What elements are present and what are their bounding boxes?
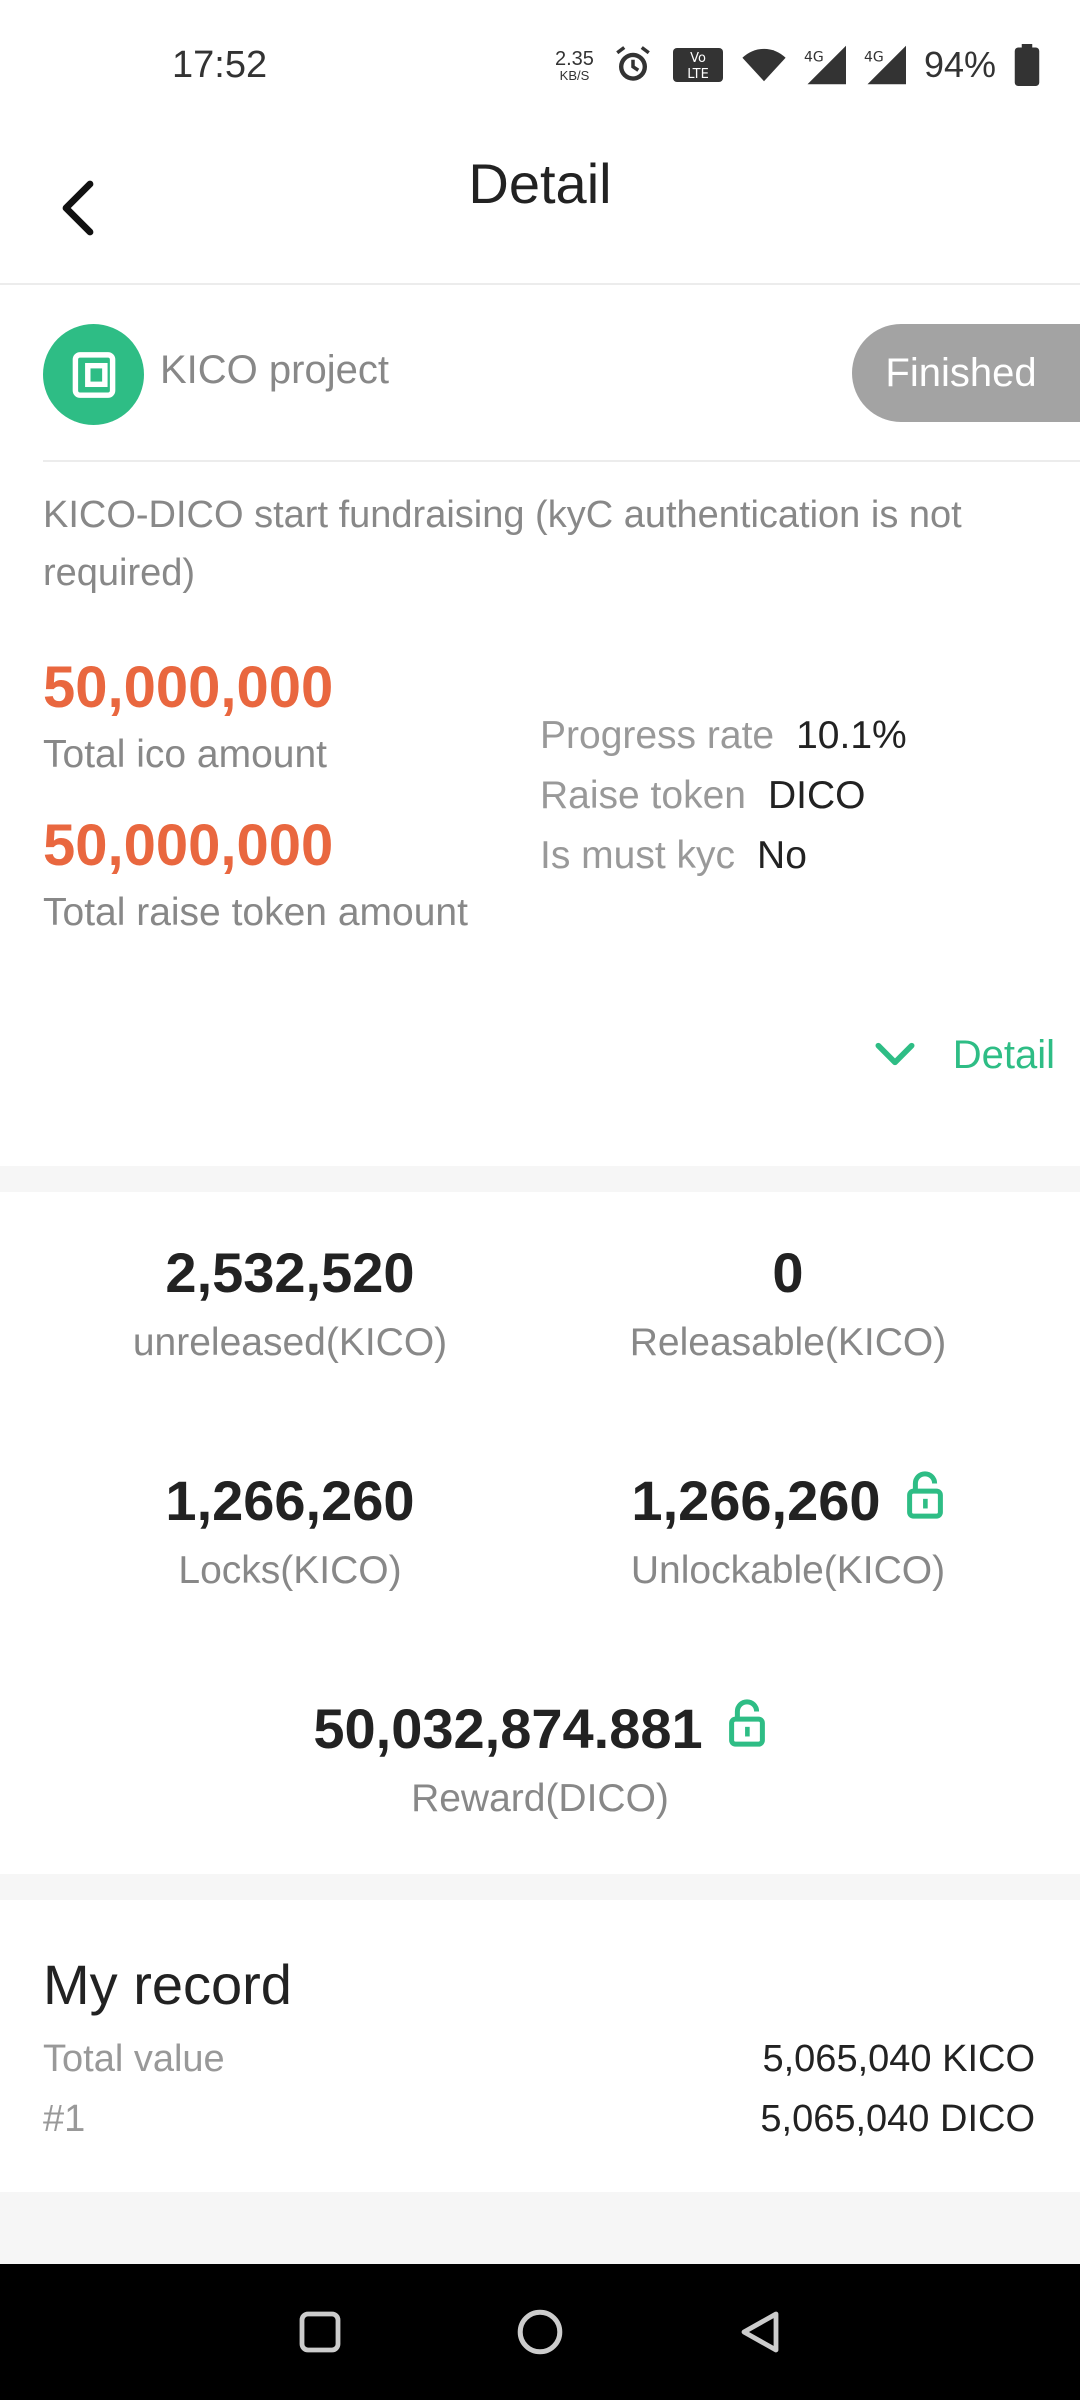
- stat-number: 1,266,260: [165, 1469, 415, 1532]
- square-icon: [296, 2308, 344, 2361]
- home-button[interactable]: [500, 2294, 580, 2374]
- back-nav-button[interactable]: [720, 2294, 800, 2374]
- recents-button[interactable]: [280, 2294, 360, 2374]
- stat-unreleased: 2,532,520 unreleased(KICO): [20, 1240, 560, 1365]
- app-header: Detail: [0, 130, 1080, 285]
- stat-label: Releasable(KICO): [629, 1321, 947, 1364]
- stat-value: 0: [772, 1240, 803, 1305]
- info-row-progress: Progress rate 10.1%: [540, 706, 907, 766]
- stat-value: 50,032,874.881: [313, 1696, 766, 1761]
- record-row: Total value 5,065,040 KICO: [43, 2038, 1035, 2081]
- stat-label: Locks(KICO): [178, 1549, 402, 1592]
- alarm-icon: [612, 44, 654, 86]
- status-time: 17:52: [172, 44, 268, 86]
- detail-toggle-label: Detail: [952, 1032, 1055, 1077]
- stat-number: 2,532,520: [165, 1241, 415, 1304]
- page-title: Detail: [468, 152, 612, 215]
- stat-number: 1,266,260: [631, 1469, 881, 1532]
- net-speed-unit: KB/S: [559, 67, 590, 83]
- record-key: #1: [43, 2098, 86, 2140]
- signal-4g-icon: 4G: [804, 45, 846, 85]
- total-ico-amount: 50,000,000: [43, 655, 334, 720]
- project-logo-icon: [43, 324, 144, 425]
- record-row: #1 5,065,040 DICO: [43, 2098, 1035, 2141]
- triangle-back-icon: [736, 2307, 784, 2362]
- status-badge: Finished: [852, 324, 1080, 422]
- volte-icon: Vo LTE: [672, 47, 724, 83]
- stat-releasable: 0 Releasable(KICO): [518, 1240, 1058, 1365]
- info-row-kyc: Is must kyc No: [540, 826, 907, 886]
- project-description: KICO-DICO start fundraising (kyC authent…: [43, 494, 962, 594]
- net-speed: 2.35 KB/S: [555, 49, 594, 82]
- stat-number: 50,032,874.881: [313, 1697, 703, 1760]
- stat-label: Reward(DICO): [411, 1777, 669, 1820]
- total-ico-label: Total ico amount: [43, 733, 327, 776]
- unlock-icon[interactable]: [727, 1696, 767, 1761]
- chevron-left-icon: [58, 180, 98, 241]
- svg-text:LTE: LTE: [687, 67, 709, 82]
- info-value: No: [757, 834, 807, 877]
- record-key: Total value: [43, 2038, 225, 2080]
- system-nav-bar: [0, 2264, 1080, 2400]
- info-key: Raise token: [540, 774, 746, 817]
- svg-text:Vo: Vo: [690, 51, 706, 66]
- stat-unlockable[interactable]: 1,266,260 Unlockable(KICO): [518, 1468, 1058, 1593]
- back-button[interactable]: [48, 155, 108, 265]
- project-info-list: Progress rate 10.1% Raise token DICO Is …: [540, 706, 907, 886]
- status-bar: 17:52 2.35 KB/S Vo LTE 4G 4G 94%: [0, 0, 1080, 130]
- battery-percent: 94%: [923, 44, 996, 85]
- total-raise-label: Total raise token amount: [43, 891, 468, 934]
- stat-value: 2,532,520: [165, 1240, 414, 1305]
- info-value: 10.1%: [796, 714, 907, 757]
- project-name: KICO project: [160, 348, 389, 392]
- info-row-raise-token: Raise token DICO: [540, 766, 907, 826]
- section-separator: [0, 1874, 1080, 1900]
- info-key: Progress rate: [540, 714, 775, 757]
- svg-text:4G: 4G: [864, 50, 884, 66]
- record-title: My record: [43, 1953, 292, 2016]
- info-value: DICO: [767, 774, 866, 817]
- section-separator: [0, 1166, 1080, 1192]
- stat-value: 1,266,260: [165, 1468, 414, 1533]
- chevron-down-icon: [875, 1033, 915, 1078]
- stat-label: Unlockable(KICO): [630, 1549, 946, 1592]
- status-icons: 2.35 KB/S Vo LTE 4G 4G 94%: [555, 44, 1040, 86]
- detail-toggle-button[interactable]: Detail: [875, 1025, 1055, 1085]
- battery-icon: [1014, 44, 1040, 86]
- signal-4g-icon: 4G: [864, 45, 906, 85]
- net-speed-value: 2.35: [555, 47, 594, 70]
- info-key: Is must kyc: [540, 834, 736, 877]
- wifi-icon: [742, 47, 786, 83]
- stat-value: 1,266,260: [631, 1468, 944, 1533]
- circle-icon: [515, 2307, 565, 2362]
- divider: [43, 460, 1080, 462]
- total-raise-amount: 50,000,000: [43, 813, 334, 878]
- stat-locks: 1,266,260 Locks(KICO): [20, 1468, 560, 1593]
- stat-reward[interactable]: 50,032,874.881 Reward(DICO): [0, 1696, 1080, 1821]
- svg-text:4G: 4G: [804, 50, 824, 66]
- stat-label: unreleased(KICO): [132, 1321, 448, 1364]
- bottom-spacer: [0, 2192, 1080, 2264]
- record-value: 5,065,040 DICO: [760, 2098, 1035, 2140]
- project-header: KICO project Finished: [0, 286, 1080, 460]
- stat-number: 0: [772, 1241, 804, 1304]
- record-value: 5,065,040 KICO: [762, 2038, 1035, 2080]
- unlock-icon[interactable]: [905, 1468, 945, 1533]
